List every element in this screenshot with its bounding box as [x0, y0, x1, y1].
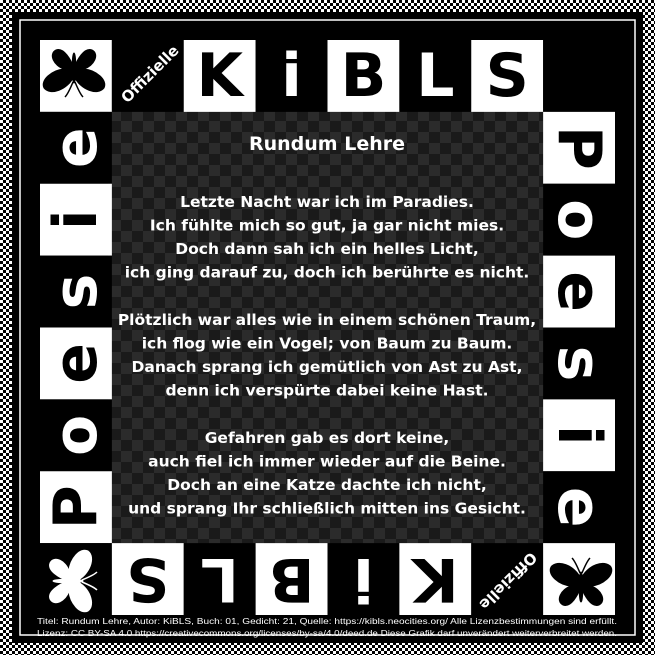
frame-letter: e [544, 271, 614, 312]
poem-line: Doch dann sah ich ein helles Licht, [175, 240, 478, 258]
frame-letter: K [196, 41, 245, 111]
footer-credit-line: Titel: Rundum Lehre, Autor: KiBLS, Buch:… [37, 616, 617, 626]
poem-title: Rundum Lehre [249, 133, 405, 155]
poem-line: Gefahren gab es dort keine, [205, 429, 450, 447]
poster: KiBLSSLBiKeiseoPPoesie Offizielle Offizi… [0, 0, 655, 655]
frame-letter: e [41, 127, 111, 168]
frame-letter: i [281, 41, 302, 111]
frame-letter: K [410, 544, 459, 614]
frame-letter: B [269, 544, 315, 614]
frame-letter: o [544, 199, 614, 240]
frame-letter: L [201, 544, 239, 614]
poem-line: ich ging darauf zu, doch ich berührte es… [125, 264, 530, 282]
frame-letter: o [41, 415, 111, 456]
frame-letter: S [126, 544, 169, 614]
frame-letter: s [41, 274, 111, 310]
frame-letter: i [544, 425, 614, 446]
poem-line: und sprang Ihr schließlich mitten ins Ge… [128, 500, 526, 518]
frame-letter: S [486, 41, 529, 111]
frame-letter: i [353, 544, 374, 614]
poem-line: auch fiel ich immer wieder auf die Beine… [148, 453, 506, 471]
poem-line: Danach sprang ich gemütlich von Ast zu A… [132, 358, 523, 376]
frame-letter: P [41, 485, 111, 529]
frame-letter: e [41, 343, 111, 384]
frame-letter: B [341, 41, 387, 111]
poem-line: Plötzlich war alles wie in einem schönen… [118, 311, 536, 329]
poem-line: denn ich verspürte dabei keine Hast. [165, 382, 488, 400]
poem-line: Ich fühlte mich so gut, ja gar nicht mie… [150, 217, 504, 235]
frame-letter: P [544, 126, 614, 170]
poem-line: ich flog wie ein Vogel; von Baum zu Baum… [142, 335, 513, 353]
frame-letter: e [544, 487, 614, 528]
footer-license-line: Lizenz: CC BY-SA 4.0 https://creativecom… [37, 628, 617, 638]
poster-art: Ki B L SS L Bi KeiseoPPoesie Offizielle Offizi… [0, 0, 655, 655]
frame-letter: s [544, 346, 614, 382]
poem-line: Doch an eine Katze dachte ich nicht, [167, 476, 487, 494]
frame-letter: i [41, 209, 111, 230]
frame-letter: L [416, 41, 454, 111]
poem-line: Letzte Nacht war ich im Paradies. [180, 193, 474, 211]
